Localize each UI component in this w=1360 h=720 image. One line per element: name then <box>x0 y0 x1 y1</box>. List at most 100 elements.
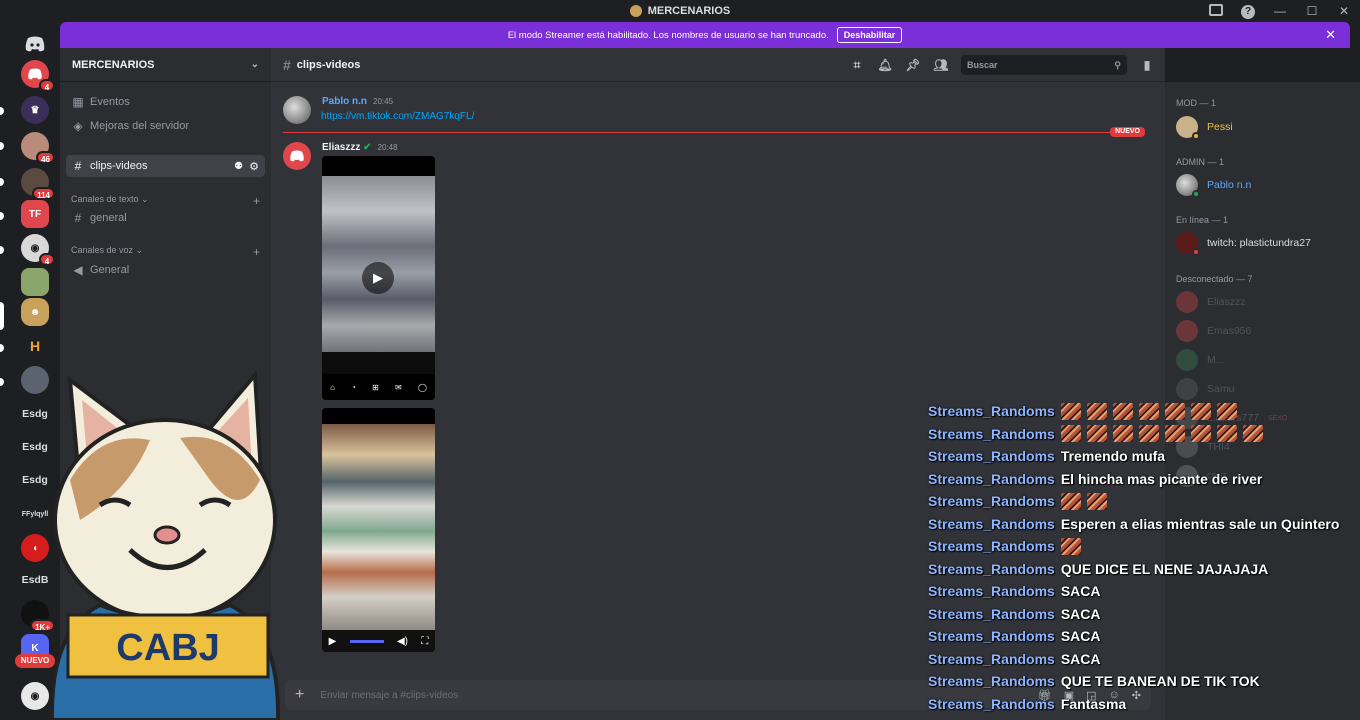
add-channel-icon[interactable]: + <box>253 245 260 259</box>
avatar[interactable] <box>283 96 311 124</box>
invite-icon[interactable]: ⚉ <box>234 161 243 172</box>
progress-bar[interactable] <box>349 639 384 643</box>
timestamp: 20:48 <box>377 143 398 152</box>
window-controls: ? — ☐ ✕ <box>1200 0 1360 22</box>
home-icon: ⌂ <box>330 382 335 392</box>
video-attachment[interactable]: ▶ ◀) ⛶ <box>322 408 435 652</box>
notification-badge: 4 <box>39 253 55 266</box>
server-icon-mercenarios[interactable]: ☻ <box>21 298 49 326</box>
play-icon[interactable]: ▶ <box>362 262 394 294</box>
server-name: MERCENARIOS <box>72 58 155 71</box>
server-icon-4[interactable]: 114 <box>21 168 55 200</box>
boosts-item[interactable]: ◈ Mejoras del servidor <box>66 115 265 137</box>
stream-chat-line: Streams_Randoms SACA <box>928 603 1360 626</box>
close-banner-icon[interactable]: ✕ <box>1325 27 1336 43</box>
avatar <box>1176 291 1198 313</box>
member-item[interactable]: Pessi <box>1176 116 1233 140</box>
member-name: twitch: plastictundra27 <box>1207 237 1311 249</box>
member-item[interactable]: Eliaszzz <box>1176 291 1246 313</box>
server-icon-dm[interactable]: 4 <box>21 60 55 92</box>
stream-chat-line: Streams_Randoms QUE TE BANEAN DE TIK TOK <box>928 670 1360 693</box>
bell-icon[interactable]: 🔔︎ <box>877 58 893 72</box>
banner-text: El modo Streamer está habilitado. Los no… <box>507 29 829 41</box>
boost-icon: ◈ <box>73 119 83 133</box>
video-nav-bar: ⌂ ◔ ⊞ ✉ ◯ <box>322 374 435 400</box>
inbox-icon[interactable] <box>1200 3 1232 19</box>
stream-chat-user: Streams_Randoms <box>928 628 1055 645</box>
message-author[interactable]: Eliaszzz ✔ 20:48 <box>322 142 398 153</box>
emote-icon <box>1060 492 1081 510</box>
member-category: En línea — 1 <box>1176 215 1229 225</box>
avatar <box>1176 378 1198 400</box>
server-icon-9[interactable]: H <box>21 332 49 360</box>
member-category: Desconectado — 7 <box>1176 274 1253 284</box>
add-channel-icon[interactable]: + <box>253 194 260 208</box>
message-author[interactable]: Pablo n.n 20:45 <box>322 96 393 107</box>
threads-icon[interactable]: ⌗ <box>849 58 865 73</box>
maximize-button[interactable]: ☐ <box>1296 4 1328 18</box>
streamer-mode-banner: El modo Streamer está habilitado. Los no… <box>60 22 1350 48</box>
inbox-icon: ✉ <box>395 382 402 392</box>
inbox-icon[interactable]: ▮ <box>1139 58 1155 72</box>
server-icon-3[interactable]: 46 <box>21 132 55 164</box>
stream-chat-line: Streams_Randoms Tremendo mufa <box>928 445 1360 468</box>
help-icon[interactable]: ? <box>1232 3 1264 19</box>
member-item[interactable]: Samu <box>1176 378 1234 400</box>
pin-icon[interactable]: 📌︎ <box>905 58 921 72</box>
events-item[interactable]: ▦ Eventos <box>66 91 265 113</box>
server-icon-7[interactable] <box>21 268 49 296</box>
server-header[interactable]: MERCENARIOS ⌄ <box>60 48 271 82</box>
member-item[interactable]: Emas956 <box>1176 320 1251 342</box>
server-icon-5[interactable]: TF <box>21 200 49 228</box>
member-name: Pablo n.n <box>1207 179 1252 191</box>
minimize-button[interactable]: — <box>1264 4 1296 18</box>
add-attachment-icon[interactable]: + <box>295 686 304 704</box>
stream-chat-line: Streams_Randoms SACA <box>928 625 1360 648</box>
video-attachment[interactable]: ▶ ⌂ ◔ ⊞ ✉ ◯ <box>322 156 435 400</box>
disable-streamer-button[interactable]: Deshabilitar <box>836 27 903 43</box>
stream-chat-message: SACA <box>1060 605 1101 622</box>
members-icon[interactable]: 👥︎ <box>933 58 949 72</box>
hashtag-icon: # <box>74 211 82 225</box>
close-window-button[interactable]: ✕ <box>1328 4 1360 18</box>
search-input[interactable]: Buscar ⚲ <box>961 55 1127 75</box>
channel-label: general <box>90 212 127 224</box>
category-text-label: Canales de texto <box>71 194 139 204</box>
category-voice[interactable]: Canales de voz ⌄ + <box>71 245 260 259</box>
stream-chat-user: Streams_Randoms <box>928 493 1055 510</box>
channel-clips-videos[interactable]: # clips-videos ⚉ ⚙ <box>66 155 265 177</box>
emote-icon <box>1060 402 1081 420</box>
author-name: Pablo n.n <box>322 96 367 107</box>
member-item[interactable]: Pablo n.n <box>1176 174 1252 198</box>
channel-label: clips-videos <box>90 160 148 172</box>
emote-icon <box>1242 425 1263 443</box>
friends-icon: ◔ <box>351 382 356 392</box>
server-icon-6[interactable]: ◉ 4 <box>21 234 55 266</box>
emote-icon <box>1086 425 1107 443</box>
unread-pill <box>0 212 4 220</box>
emote-icon <box>1112 402 1133 420</box>
volume-icon[interactable]: ◀) <box>397 636 408 647</box>
server-logo-icon <box>629 5 642 17</box>
channel-header: # clips-videos ⌗ 🔔︎ 📌︎ 👥︎ Buscar ⚲ ▮ <box>271 48 1165 82</box>
stream-chat-user: Streams_Randoms <box>928 425 1055 442</box>
channel-title: clips-videos <box>296 58 361 71</box>
stream-chat-message: SACA <box>1060 628 1101 645</box>
hashtag-icon: # <box>74 159 82 173</box>
gear-icon[interactable]: ⚙ <box>249 160 259 173</box>
voice-channel-general[interactable]: ◀ General <box>66 259 265 281</box>
member-item[interactable]: twitch: plastictundra27 <box>1176 232 1311 256</box>
channel-general[interactable]: # general <box>66 207 265 229</box>
category-text[interactable]: Canales de texto ⌄ + <box>71 194 260 208</box>
member-item[interactable]: M... <box>1176 349 1225 371</box>
server-icon-2[interactable]: ♛ <box>21 96 49 124</box>
discord-home-icon[interactable] <box>21 30 49 58</box>
emote-icon <box>1216 425 1237 443</box>
play-icon[interactable]: ▶ <box>329 636 337 647</box>
message-link[interactable]: https://vm.tiktok.com/ZMAG7kqFL/ <box>321 111 474 122</box>
avatar[interactable] <box>283 142 311 170</box>
stream-chat-message: SACA <box>1060 650 1101 667</box>
member-name: Emas956 <box>1207 325 1252 337</box>
fullscreen-icon[interactable]: ⛶ <box>421 636 428 647</box>
video-status-bar <box>322 408 435 424</box>
